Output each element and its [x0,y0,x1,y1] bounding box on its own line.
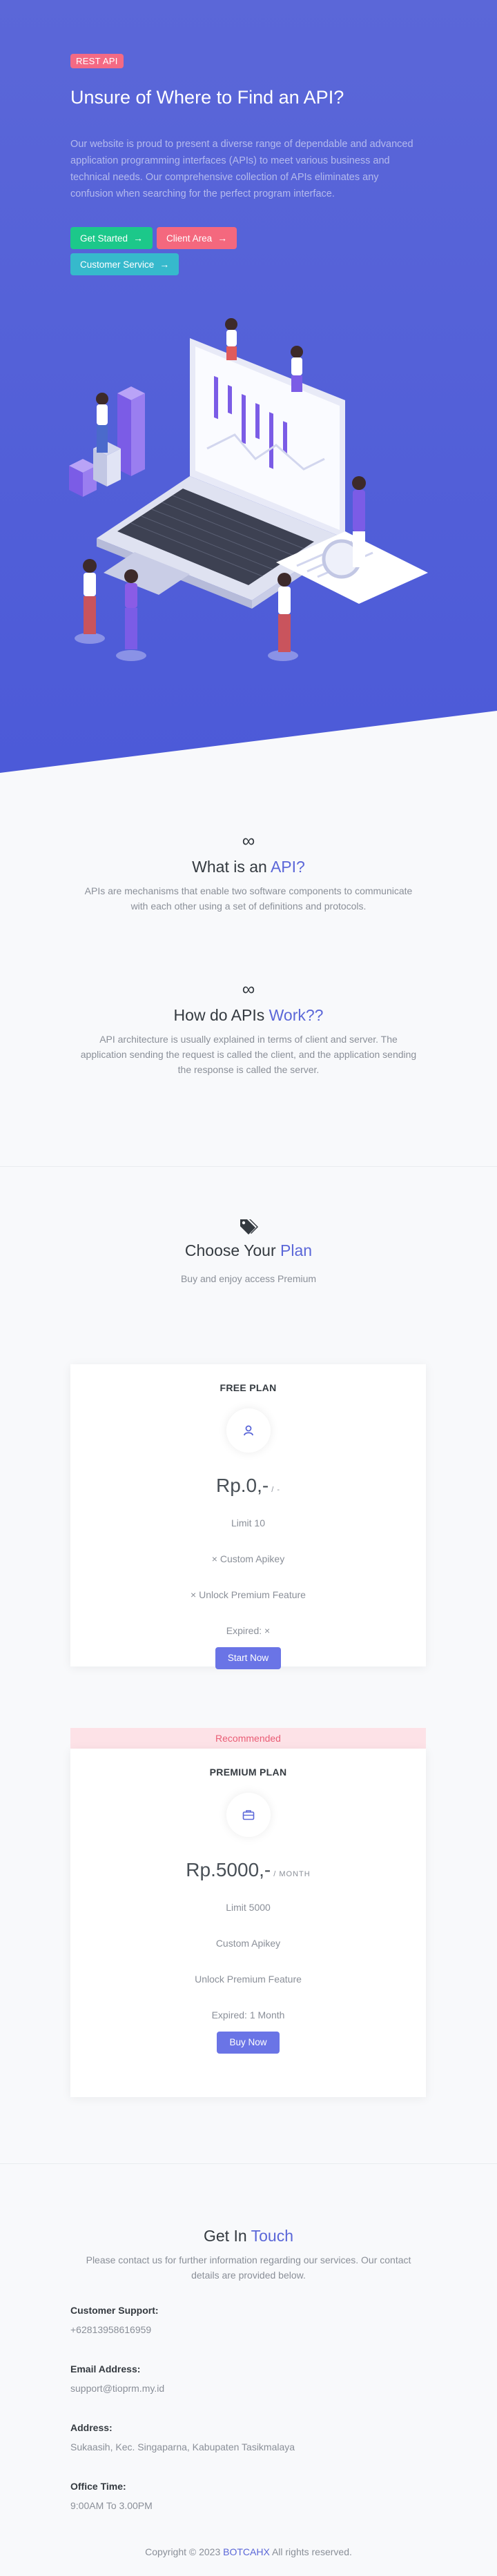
price-period: / - [271,1486,281,1494]
email-block: Email Address: support@tioprm.my.id [70,2363,429,2394]
infinity-icon: ∞ [242,830,255,851]
office-time-block: Office Time: 9:00AM To 3.00PM [70,2481,429,2511]
footer-brand-link[interactable]: BOTCAHX [223,2546,270,2557]
what-is-api-text: APIs are mechanisms that enable two soft… [84,885,413,912]
recommended-banner: Recommended [70,1728,426,1749]
footer-copyright: Copyright © 2023 BOTCAHX All rights rese… [0,2546,497,2557]
what-is-api-title: What is an API? [0,858,497,876]
price-value: Rp.0,- [215,1475,269,1496]
laptop-illustration [69,318,428,661]
contact-text: Please contact us for further informatio… [86,2254,411,2281]
customer-service-label: Customer Service [80,259,155,270]
contact-title: Get In Touch [0,2227,497,2245]
title-plain: How do APIs [173,1006,269,1024]
infinity-icon: ∞ [242,979,255,999]
title-accent: Touch [251,2227,293,2245]
title-plain: What is an [192,858,271,876]
get-started-button[interactable]: Get Started → [70,227,153,250]
arrow-right-icon: → [217,233,228,244]
plan-custom-apikey: Custom Apikey [215,1938,281,1949]
address-block: Address: Sukaasih, Kec. Singaparna, Kabu… [70,2422,429,2452]
section-divider [0,1166,497,1167]
hero-buttons: Get Started → Client Area → Customer Ser… [70,227,250,276]
address-label: Address: [70,2422,113,2433]
email-value[interactable]: support@tioprm.my.id [70,2383,429,2394]
plans-header: Choose Your Plan Buy and enjoy access Pr… [0,1218,497,1286]
buy-now-button[interactable]: Buy Now [217,2032,280,2054]
plan-expired: Expired: × [226,1625,271,1636]
plan-price: Rp.0,- / - [70,1475,426,1497]
contact-header: Get In Touch Please contact us for furth… [0,2219,497,2283]
hero-content: REST API Unsure of Where to Find an API?… [70,54,422,276]
start-now-button[interactable]: Start Now [215,1647,282,1669]
price-value: Rp.5000,- [186,1859,271,1880]
how-apis-work-text: API architecture is usually explained in… [80,1034,417,1075]
plan-expired: Expired: 1 Month [211,2009,285,2021]
user-icon [226,1408,271,1453]
office-time-label: Office Time: [70,2481,126,2492]
office-time-value: 9:00AM To 3.00PM [70,2500,153,2511]
title-plain: Choose Your [184,1241,281,1259]
title-accent: Plan [280,1241,313,1259]
rest-api-badge: REST API [70,54,124,68]
plan-custom-apikey: × Custom Apikey [211,1553,285,1564]
hero-section: REST API Unsure of Where to Find an API?… [0,0,497,773]
title-plain: Get In [204,2227,251,2245]
what-is-api-section: ∞ What is an API? APIs are mechanisms th… [0,832,497,914]
plan-unlock-premium: Unlock Premium Feature [195,1974,302,1985]
plan-name: PREMIUM PLAN [209,1767,287,1778]
plan-name: FREE PLAN [220,1382,277,1393]
email-label: Email Address: [70,2363,141,2375]
how-apis-work-title: How do APIs Work?? [0,1006,497,1025]
premium-plan-card: PREMIUM PLAN Rp.5000,- / MONTH Limit 5000… [70,1749,426,2097]
customer-support-value[interactable]: +62813958616959 [70,2324,429,2335]
arrow-right-icon: → [133,233,144,244]
price-period: / MONTH [273,1870,311,1878]
address-value: Sukaasih, Kec. Singaparna, Kabupaten Tas… [70,2441,295,2452]
customer-support-label: Customer Support: [70,2305,159,2316]
get-started-label: Get Started [80,233,128,244]
free-plan-card: FREE PLAN Rp.0,- / - Limit 10 × Custom Ap… [70,1364,426,1669]
plan-limit: Limit 5000 [226,1902,271,1913]
plan-unlock-premium: × Unlock Premium Feature [191,1589,306,1600]
section-divider [0,2163,497,2164]
title-accent: Work?? [269,1006,324,1024]
plan-price: Rp.5000,- / MONTH [70,1859,426,1881]
customer-service-button[interactable]: Customer Service → [70,253,179,276]
copyright-suffix: All rights reserved. [269,2546,352,2557]
plan-limit: Limit 10 [231,1517,266,1528]
plans-subtitle: Buy and enjoy access Premium [180,1273,317,1284]
customer-support-block: Customer Support: +62813958616959 [70,2305,429,2335]
how-apis-work-section: ∞ How do APIs Work?? API architecture is… [0,980,497,1077]
hero-wave [0,711,497,773]
copyright-prefix: Copyright © 2023 [145,2546,224,2557]
plans-title: Choose Your Plan [0,1241,497,1260]
client-area-label: Client Area [166,233,213,244]
arrow-right-icon: → [159,259,170,271]
hero-title: Unsure of Where to Find an API? [70,87,344,108]
briefcase-icon [226,1793,271,1837]
tags-icon [0,1218,497,1237]
title-accent: API? [270,858,305,876]
client-area-button[interactable]: Client Area → [157,227,237,250]
hero-description: Our website is proud to present a divers… [70,139,413,200]
